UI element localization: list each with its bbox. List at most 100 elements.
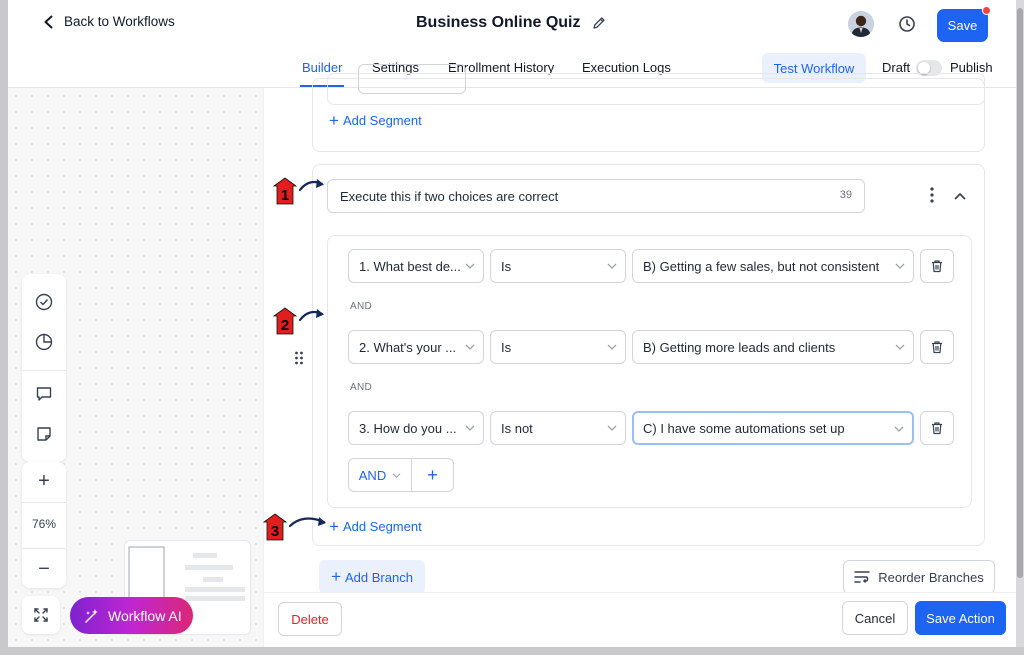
annotation-marker-2: 2 bbox=[270, 306, 330, 336]
add-segment-button[interactable]: + Add Segment bbox=[329, 518, 422, 535]
char-count: 39 bbox=[839, 189, 852, 201]
delete-condition-button[interactable] bbox=[920, 249, 954, 283]
condition-value-text: C) I have some automations set up bbox=[643, 421, 845, 436]
back-to-workflows-link[interactable]: Back to Workflows bbox=[42, 14, 175, 29]
history-clock-icon[interactable] bbox=[898, 15, 916, 33]
chevron-down-icon bbox=[607, 344, 617, 350]
condition-operator-dropdown[interactable]: Is not bbox=[490, 411, 626, 445]
annotation-number: 3 bbox=[270, 523, 280, 540]
condition-operator-value: Is not bbox=[501, 421, 533, 436]
toolbox-divider bbox=[22, 370, 66, 371]
drag-handle-icon[interactable] bbox=[293, 350, 305, 366]
reorder-lines-icon bbox=[854, 571, 870, 583]
and-joiner-label: AND bbox=[350, 382, 373, 393]
add-segment-button[interactable]: + Add Segment bbox=[329, 110, 422, 130]
branch-name-input[interactable]: Execute this if two choices are correct … bbox=[327, 179, 865, 213]
pie-chart-icon[interactable] bbox=[34, 332, 54, 352]
condition-field-dropdown[interactable]: 2. What's your ... bbox=[348, 330, 484, 364]
add-condition-group: AND + bbox=[348, 458, 454, 492]
avatar-image bbox=[848, 11, 874, 37]
workflow-ai-button[interactable]: Workflow AI bbox=[70, 597, 193, 634]
zoom-in-button[interactable]: + bbox=[22, 470, 66, 493]
app-window: Back to Workflows Business Online Quiz S… bbox=[8, 0, 1016, 647]
workflow-ai-label: Workflow AI bbox=[108, 607, 182, 624]
zoom-divider bbox=[22, 548, 66, 549]
condition-field-value: 1. What best de... bbox=[359, 259, 461, 274]
add-branch-label: Add Branch bbox=[345, 569, 413, 585]
sparkle-wand-icon bbox=[85, 608, 98, 623]
annotation-marker-1: 1 bbox=[270, 176, 330, 206]
comment-icon[interactable] bbox=[34, 384, 54, 404]
and-or-label: AND bbox=[358, 467, 387, 483]
window-scrollbar[interactable] bbox=[1016, 0, 1024, 655]
condition-field-dropdown[interactable]: 1. What best de... bbox=[348, 249, 484, 283]
top-bar: Back to Workflows Business Online Quiz S… bbox=[8, 0, 1016, 50]
save-button[interactable]: Save bbox=[937, 9, 988, 42]
condition-value-text: B) Getting a few sales, but not consiste… bbox=[643, 259, 880, 274]
annotation-number: 2 bbox=[280, 317, 290, 334]
add-branch-button[interactable]: + Add Branch bbox=[319, 560, 425, 594]
condition-operator-dropdown[interactable]: Is bbox=[490, 330, 626, 364]
annotation-number: 1 bbox=[280, 187, 290, 204]
chevron-down-icon bbox=[465, 263, 475, 269]
pencil-edit-icon[interactable] bbox=[592, 16, 606, 30]
trash-icon bbox=[932, 341, 942, 354]
scrollbar-thumb[interactable] bbox=[1017, 8, 1023, 578]
previous-segment-box bbox=[327, 64, 985, 105]
branch-card: Execute this if two choices are correct … bbox=[312, 164, 985, 546]
condition-value-text: B) Getting more leads and clients bbox=[643, 340, 836, 355]
condition-value-dropdown[interactable]: B) Getting a few sales, but not consiste… bbox=[632, 249, 914, 283]
add-segment-label: Add Segment bbox=[342, 519, 422, 534]
chevron-down-icon bbox=[392, 472, 401, 478]
add-condition-button[interactable]: + bbox=[412, 459, 453, 491]
window-bottom-edge bbox=[0, 647, 1024, 655]
condition-operator-value: Is bbox=[501, 340, 512, 355]
trash-icon bbox=[932, 422, 942, 435]
condition-value-dropdown[interactable]: C) I have some automations set up bbox=[632, 411, 914, 445]
trash-icon bbox=[932, 260, 942, 273]
user-avatar[interactable] bbox=[848, 11, 874, 37]
check-circle-icon[interactable] bbox=[34, 292, 54, 312]
fit-view-button[interactable] bbox=[22, 596, 60, 634]
condition-value-dropdown[interactable]: B) Getting more leads and clients bbox=[632, 330, 914, 364]
condition-field-value: 2. What's your ... bbox=[359, 340, 457, 355]
chevron-down-icon bbox=[465, 344, 475, 350]
zoom-divider bbox=[22, 502, 66, 503]
zoom-level: 76% bbox=[31, 517, 57, 531]
reorder-branches-button[interactable]: Reorder Branches bbox=[843, 560, 995, 594]
branch-name-value: Execute this if two choices are correct bbox=[340, 189, 559, 204]
chevron-down-icon bbox=[607, 425, 617, 431]
panel-footer: Delete Cancel Save Action bbox=[264, 592, 1016, 647]
condition-operator-value: Is bbox=[501, 259, 512, 274]
sticky-note-icon[interactable] bbox=[34, 424, 54, 444]
chevron-up-icon[interactable] bbox=[953, 189, 967, 203]
chevron-down-icon bbox=[465, 425, 475, 431]
workflow-title: Business Online Quiz bbox=[416, 14, 581, 31]
reorder-label: Reorder Branches bbox=[878, 569, 984, 585]
condition-field-value: 3. How do you ... bbox=[359, 421, 457, 436]
plus-icon: + bbox=[329, 110, 339, 130]
expand-arrows-icon bbox=[34, 608, 48, 622]
zoom-out-button[interactable]: − bbox=[22, 558, 66, 581]
condition-operator-dropdown[interactable]: Is bbox=[490, 249, 626, 283]
previous-branch-card: + Add Segment bbox=[312, 64, 985, 152]
chevron-down-icon bbox=[895, 263, 905, 269]
chevron-down-icon bbox=[895, 344, 905, 350]
unsaved-indicator-dot bbox=[982, 6, 991, 15]
cancel-button[interactable]: Cancel bbox=[842, 601, 908, 635]
more-options-icon[interactable] bbox=[925, 186, 939, 204]
and-or-selector[interactable]: AND bbox=[349, 459, 412, 491]
segment-box: 1. What best de... Is B) Getting a few s… bbox=[327, 235, 972, 508]
save-action-button[interactable]: Save Action bbox=[915, 601, 1006, 635]
back-label: Back to Workflows bbox=[64, 14, 175, 29]
workflow-title-group: Business Online Quiz bbox=[416, 14, 606, 32]
condition-field-dropdown[interactable]: 3. How do you ... bbox=[348, 411, 484, 445]
delete-condition-button[interactable] bbox=[920, 330, 954, 364]
delete-button[interactable]: Delete bbox=[278, 602, 342, 636]
chevron-down-icon bbox=[894, 426, 904, 432]
previous-and-button[interactable] bbox=[358, 64, 466, 94]
delete-condition-button[interactable] bbox=[920, 411, 954, 445]
annotation-marker-3: 3 bbox=[260, 512, 326, 542]
chevron-down-icon bbox=[607, 263, 617, 269]
workflow-canvas[interactable]: + 76% − Workflow AI bbox=[8, 88, 263, 647]
